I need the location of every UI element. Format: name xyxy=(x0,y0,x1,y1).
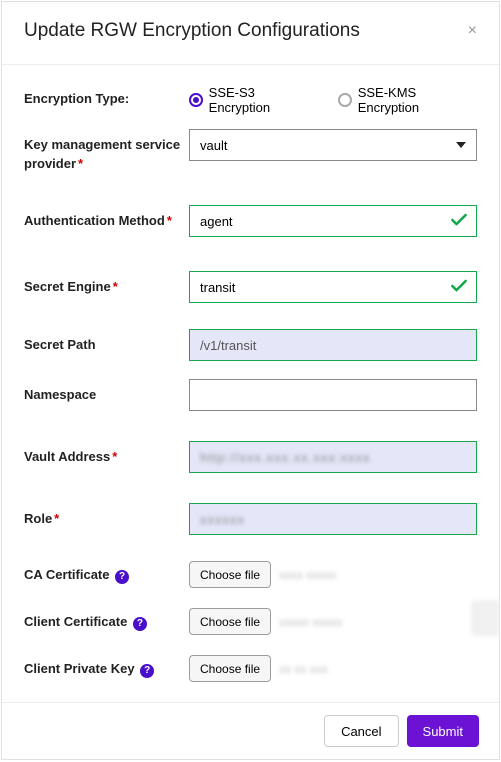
secret-engine-field xyxy=(189,271,477,303)
client-cert-choose-button[interactable]: Choose file xyxy=(189,608,271,635)
radio-group-encryption: SSE-S3 Encryption SSE-KMS Encryption xyxy=(189,83,477,115)
row-auth-method: Authentication Method* xyxy=(24,205,477,237)
label-secret-engine: Secret Engine* xyxy=(24,271,189,303)
scroll-hint xyxy=(471,600,499,636)
label-encryption-type: Encryption Type: xyxy=(24,83,189,115)
radio-sse-s3[interactable]: SSE-S3 Encryption xyxy=(189,85,316,115)
role-input[interactable]: xxxxxx xyxy=(189,503,477,535)
role-value: xxxxxx xyxy=(200,512,245,527)
radio-sse-kms[interactable]: SSE-KMS Encryption xyxy=(338,85,477,115)
label-auth-method: Authentication Method* xyxy=(24,205,189,237)
secret-engine-input[interactable] xyxy=(189,271,477,303)
required-icon: * xyxy=(78,156,83,171)
namespace-input[interactable] xyxy=(189,379,477,411)
help-icon[interactable]: ? xyxy=(140,664,154,678)
dialog-footer: Cancel Submit xyxy=(2,702,499,759)
chevron-down-icon xyxy=(456,142,466,148)
required-icon: * xyxy=(112,449,117,464)
role-field: xxxxxx xyxy=(189,503,477,535)
ca-cert-filename: xxxx xxxxx xyxy=(279,568,336,582)
dialog: Update RGW Encryption Configurations × E… xyxy=(1,1,500,760)
dialog-title: Update RGW Encryption Configurations xyxy=(24,20,360,42)
required-icon: * xyxy=(113,279,118,294)
provider-select[interactable]: vault xyxy=(189,129,477,161)
help-icon[interactable]: ? xyxy=(133,617,147,631)
row-client-key: Client Private Key ? Choose file xx xx x… xyxy=(24,655,477,682)
label-client-key: Client Private Key ? xyxy=(24,659,189,678)
row-namespace: Namespace xyxy=(24,379,477,411)
row-secret-path: Secret Path xyxy=(24,329,477,361)
label-ca-cert: CA Certificate ? xyxy=(24,565,189,584)
client-key-field: Choose file xx xx xxx xyxy=(189,655,477,682)
dialog-header: Update RGW Encryption Configurations × xyxy=(2,2,499,65)
dialog-body: Encryption Type: SSE-S3 Encryption SSE-K… xyxy=(2,65,499,682)
radio-sse-s3-label: SSE-S3 Encryption xyxy=(209,85,316,115)
label-namespace: Namespace xyxy=(24,379,189,411)
submit-button[interactable]: Submit xyxy=(407,715,479,747)
secret-path-input[interactable] xyxy=(189,329,477,361)
cancel-button[interactable]: Cancel xyxy=(324,715,398,747)
row-provider: Key management service provider* vault xyxy=(24,129,477,173)
vault-address-field: http://xxx.xxx.xx.xxx:xxxx xyxy=(189,441,477,473)
radio-icon xyxy=(189,93,203,107)
ca-cert-field: Choose file xxxx xxxxx xyxy=(189,561,477,588)
label-provider: Key management service provider* xyxy=(24,129,189,173)
row-ca-cert: CA Certificate ? Choose file xxxx xxxxx xyxy=(24,561,477,588)
row-vault-address: Vault Address* http://xxx.xxx.xx.xxx:xxx… xyxy=(24,441,477,473)
required-icon: * xyxy=(167,213,172,228)
label-role: Role* xyxy=(24,503,189,535)
namespace-field xyxy=(189,379,477,411)
row-client-cert: Client Certificate ? Choose file xxxxx x… xyxy=(24,608,477,635)
vault-address-input[interactable]: http://xxx.xxx.xx.xxx:xxxx xyxy=(189,441,477,473)
provider-value: vault xyxy=(200,138,227,153)
required-icon: * xyxy=(54,511,59,526)
auth-method-field xyxy=(189,205,477,237)
client-cert-filename: xxxxx xxxxx xyxy=(279,615,342,629)
vault-address-value: http://xxx.xxx.xx.xxx:xxxx xyxy=(200,450,370,465)
provider-field: vault xyxy=(189,129,477,173)
label-client-cert: Client Certificate ? xyxy=(24,612,189,631)
radio-sse-kms-label: SSE-KMS Encryption xyxy=(358,85,477,115)
client-key-choose-button[interactable]: Choose file xyxy=(189,655,271,682)
client-key-filename: xx xx xxx xyxy=(279,662,328,676)
secret-path-field xyxy=(189,329,477,361)
auth-method-input[interactable] xyxy=(189,205,477,237)
radio-icon xyxy=(338,93,352,107)
help-icon[interactable]: ? xyxy=(115,570,129,584)
row-role: Role* xxxxxx xyxy=(24,503,477,535)
label-vault-address: Vault Address* xyxy=(24,441,189,473)
close-icon[interactable]: × xyxy=(468,22,477,40)
ca-cert-choose-button[interactable]: Choose file xyxy=(189,561,271,588)
row-encryption-type: Encryption Type: SSE-S3 Encryption SSE-K… xyxy=(24,83,477,115)
client-cert-field: Choose file xxxxx xxxxx xyxy=(189,608,477,635)
row-secret-engine: Secret Engine* xyxy=(24,271,477,303)
label-secret-path: Secret Path xyxy=(24,329,189,361)
